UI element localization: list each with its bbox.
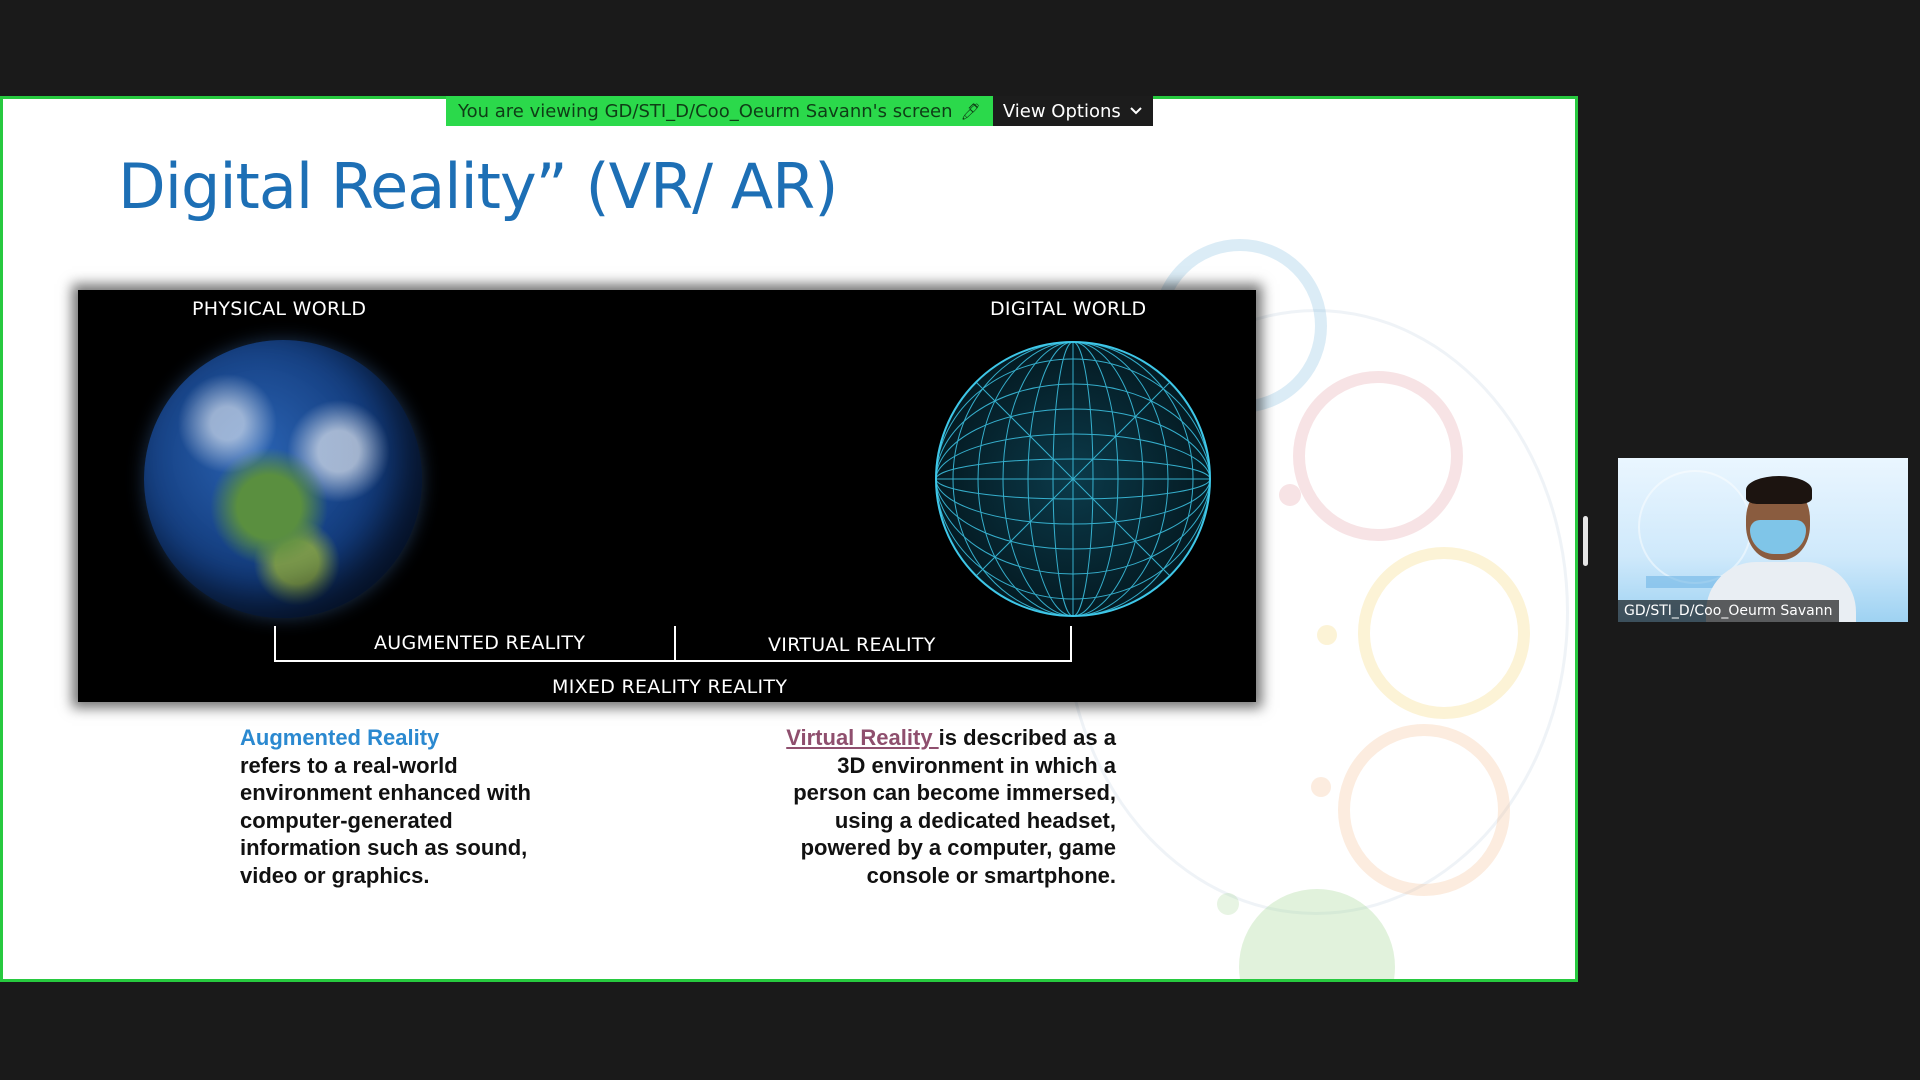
participant-name: GD/STI_D/Coo_Oeurm Savann	[1618, 600, 1839, 622]
view-options-button[interactable]: View Options	[992, 96, 1153, 126]
ar-term: Augmented Reality	[240, 725, 440, 750]
mixed-reality-label: MIXED REALITY REALITY	[552, 676, 788, 698]
screen-share-banner: You are viewing GD/STI_D/Coo_Oeurm Savan…	[446, 96, 1153, 126]
participant-video-tile[interactable]: GD/STI_D/Coo_Oeurm Savann	[1618, 458, 1908, 622]
ar-text: refers to a real-world environment enhan…	[240, 752, 531, 888]
ar-description: Augmented Reality refers to a real-world…	[240, 724, 540, 889]
digital-world-label: DIGITAL WORLD	[990, 298, 1147, 320]
decorative-circle	[1358, 547, 1530, 719]
pin-icon: 🖊	[960, 101, 981, 121]
viewing-text: You are viewing GD/STI_D/Coo_Oeurm Savan…	[458, 100, 953, 122]
virtual-reality-label: VIRTUAL REALITY	[768, 634, 936, 656]
decorative-circle	[1338, 724, 1510, 896]
view-options-label: View Options	[1002, 100, 1121, 122]
panel-resize-handle[interactable]	[1583, 516, 1588, 566]
participant-hair	[1746, 476, 1812, 504]
physical-world-label: PHYSICAL WORLD	[192, 298, 367, 320]
slide-title: Digital Reality” (VR/ AR)	[118, 150, 838, 223]
chevron-down-icon	[1130, 107, 1142, 115]
reality-spectrum-image: PHYSICAL WORLD DIGITAL WORLD AUGMENTED R…	[78, 290, 1256, 702]
decorative-circle	[1293, 371, 1463, 541]
decorative-dot	[1311, 777, 1331, 797]
augmented-reality-label: AUGMENTED REALITY	[374, 632, 586, 654]
wireframe-globe-icon	[935, 341, 1211, 617]
vr-term: Virtual Reality	[786, 725, 939, 750]
vr-description: Virtual Reality is described as a 3D env…	[760, 724, 1116, 889]
earth-globe-icon	[144, 340, 422, 618]
decorative-dot	[1317, 625, 1337, 645]
decorative-dot	[1279, 484, 1301, 506]
decorative-dot	[1217, 893, 1239, 915]
viewing-notice: You are viewing GD/STI_D/Coo_Oeurm Savan…	[446, 96, 993, 126]
